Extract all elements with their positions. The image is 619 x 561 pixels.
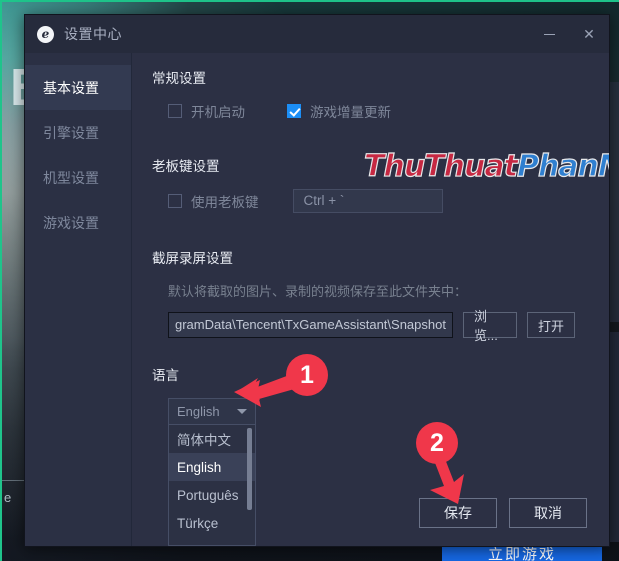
sidebar: 基本设置 引擎设置 机型设置 游戏设置 (25, 53, 132, 546)
sidebar-item-game[interactable]: 游戏设置 (25, 200, 131, 245)
language-option-pt[interactable]: Português (169, 481, 255, 509)
section-language-title: 语言 (152, 368, 179, 383)
checkbox-autostart[interactable]: 开机启动 (168, 101, 245, 121)
settings-content: 常规设置 开机启动 游戏增量更新 老板键设置 使用老板键 Ctrl + ` 截屏… (132, 53, 609, 546)
general-checkbox-row: 开机启动 游戏增量更新 (152, 101, 609, 121)
checkbox-autostart-label: 开机启动 (191, 105, 245, 120)
sidebar-item-basic[interactable]: 基本设置 (25, 65, 131, 110)
annotation-badge-2: 2 (416, 422, 458, 464)
capture-path-row: gramData\Tencent\TxGameAssistant\Snapsho… (168, 309, 609, 343)
sidebar-item-device[interactable]: 机型设置 (25, 155, 131, 200)
background-small-text: e (4, 490, 12, 505)
screen-root: B e 立即游戏 e 设置中心 基本设置 引擎设置 机型设置 (0, 0, 619, 561)
language-selected-value: English (177, 404, 220, 419)
section-bosskey: 老板键设置 使用老板键 Ctrl + ` (152, 155, 609, 213)
sidebar-item-label: 引擎设置 (43, 124, 99, 141)
dialog-title: 设置中心 (64, 26, 122, 42)
hotkey-input[interactable]: Ctrl + ` (292, 189, 443, 213)
window-controls (529, 15, 609, 53)
snapshot-path-input[interactable]: gramData\Tencent\TxGameAssistant\Snapsho… (168, 312, 453, 338)
open-folder-button[interactable]: 打开 (527, 312, 575, 338)
annotation-badge-number: 2 (430, 428, 444, 457)
checkbox-box-icon[interactable] (168, 194, 182, 208)
sidebar-item-label: 游戏设置 (43, 214, 99, 231)
checkbox-checked-icon[interactable] (287, 104, 301, 118)
sidebar-item-label: 机型设置 (43, 169, 99, 186)
dialog-body: 基本设置 引擎设置 机型设置 游戏设置 常规设置 开机启动 游戏增量更新 老板键… (25, 53, 609, 546)
settings-dialog: e 设置中心 基本设置 引擎设置 机型设置 游戏设置 (24, 14, 610, 547)
checkbox-box-icon[interactable] (168, 104, 182, 118)
language-option-tr[interactable]: Türkçe (169, 509, 255, 537)
cancel-button[interactable]: 取消 (509, 498, 587, 528)
dialog-titlebar[interactable]: e 设置中心 (25, 15, 609, 53)
bosskey-row: 使用老板键 Ctrl + ` (152, 189, 609, 213)
minimize-icon[interactable] (529, 15, 569, 53)
checkbox-incremental-update[interactable]: 游戏增量更新 (287, 101, 391, 121)
annotation-badge-number: 1 (300, 360, 314, 389)
language-option-label: 简体中文 (177, 433, 231, 448)
language-option-label: Português (177, 487, 239, 503)
capture-hint-text: 默认将截取的图片、录制的视频保存至此文件夹中： (168, 284, 468, 299)
section-capture-title: 截屏录屏设置 (152, 251, 233, 266)
language-option-zh[interactable]: 简体中文 (169, 425, 255, 453)
language-option-label: English (177, 459, 222, 475)
section-general: 常规设置 开机启动 游戏增量更新 (152, 67, 609, 121)
app-logo-icon: e (37, 25, 54, 43)
annotation-badge-1: 1 (286, 354, 328, 396)
language-option-list: 简体中文 English Português Türkçe (168, 425, 256, 546)
language-option-label: Türkçe (177, 515, 219, 531)
checkbox-use-bosskey-label: 使用老板键 (191, 195, 259, 210)
language-dropdown[interactable]: English 简体中文 English Português Türkçe (168, 398, 256, 546)
language-option-en[interactable]: English (169, 453, 255, 481)
section-general-title: 常规设置 (152, 71, 206, 86)
sidebar-item-label: 基本设置 (43, 79, 99, 96)
checkbox-use-bosskey[interactable]: 使用老板键 (168, 191, 259, 211)
section-capture: 截屏录屏设置 默认将截取的图片、录制的视频保存至此文件夹中： gramData\… (152, 247, 609, 343)
sidebar-item-engine[interactable]: 引擎设置 (25, 110, 131, 155)
browse-button[interactable]: 浏览... (463, 309, 517, 343)
checkbox-incremental-label: 游戏增量更新 (310, 105, 391, 120)
section-bosskey-title: 老板键设置 (152, 159, 220, 174)
close-icon[interactable] (569, 15, 609, 53)
dropdown-scrollbar-thumb[interactable] (247, 428, 252, 510)
